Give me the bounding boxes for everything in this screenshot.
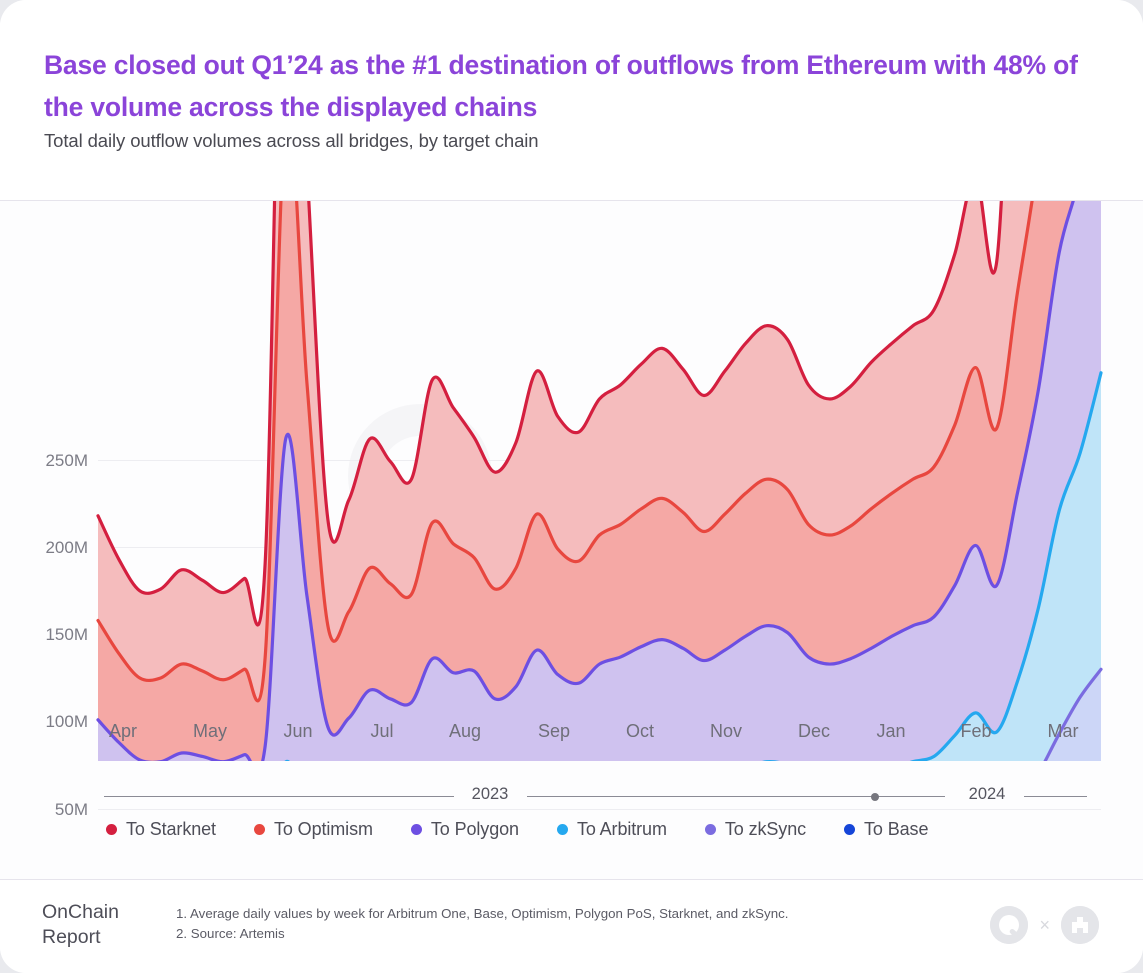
chart-footer: OnChain Report 1. Average daily values b… [0,880,1143,973]
page-title: Base closed out Q1’24 as the #1 destinat… [44,50,1078,122]
legend-dot-starknet [106,823,117,835]
xtick-mar: Mar [1047,721,1079,741]
year-line-left [104,796,454,797]
legend-label-polygon: To Polygon [430,818,519,839]
year-line-right [1024,796,1087,797]
footnote-2: 2. Source: Artemis [176,926,285,941]
legend-item-arbitrum[interactable]: To Arbitrum [556,818,667,840]
chart-header: Base closed out Q1’24 as the #1 destinat… [0,0,1143,201]
year-band: 2023 2024 [0,785,1143,807]
logo-x-separator: × [1039,914,1050,935]
chart-legend: To Starknet To Optimism To Polygon To Ar… [0,809,1143,849]
footnotes: 1. Average daily values by week for Arbi… [176,904,876,944]
legend-label-zksync: To zkSync [724,818,807,839]
brand-line-1: OnChain [42,901,119,923]
footer-logos: × [990,906,1099,944]
legend-dot-zksync [704,823,716,835]
year-divider-dot [871,792,879,801]
legend-label-optimism: To Optimism [273,818,373,839]
footnote-1: 1. Average daily values by week for Arbi… [176,906,789,921]
stacked-area-chart [96,201,1103,761]
ytick-label-150m: 150M [45,625,88,644]
legend-label-base: To Base [864,818,929,839]
legend-label-starknet: To Starknet [126,818,216,839]
legend-dot-arbitrum [556,823,568,835]
ytick-label-250m: 250M [45,451,88,470]
chart-body: 250M 200M 150M 100M 50M 0 Apr May Jun Ju… [0,201,1143,906]
onchain-h-logo-icon [1061,906,1099,944]
report-card: Base closed out Q1’24 as the #1 destinat… [0,0,1143,973]
legend-dot-optimism [253,823,265,835]
legend-label-arbitrum: To Arbitrum [576,818,667,839]
page-subtitle: Total daily outflow volumes across all b… [44,130,539,151]
legend-item-polygon[interactable]: To Polygon [410,818,519,840]
legend-item-base[interactable]: To Base [844,819,928,840]
year-label-2024: 2024 [968,785,1006,803]
year-label-2023: 2023 [471,785,509,803]
legend-item-starknet[interactable]: To Starknet [106,819,216,840]
year-line-mid [527,796,945,797]
x-axis: Apr May Jun Jul Aug Sep Oct Nov Dec Jan … [0,721,1143,811]
brand-wordmark: OnChain Report [42,900,119,950]
legend-item-optimism[interactable]: To Optimism [253,818,373,840]
plot-area: 250M 200M 150M 100M 50M 0 [0,201,1143,906]
brand-line-2: Report [42,926,101,948]
artemis-q-logo-icon [990,906,1029,944]
legend-item-zksync[interactable]: To zkSync [704,818,807,840]
legend-dot-base [844,823,856,835]
ytick-label-200m: 200M [45,538,88,557]
legend-dot-polygon [410,823,422,835]
